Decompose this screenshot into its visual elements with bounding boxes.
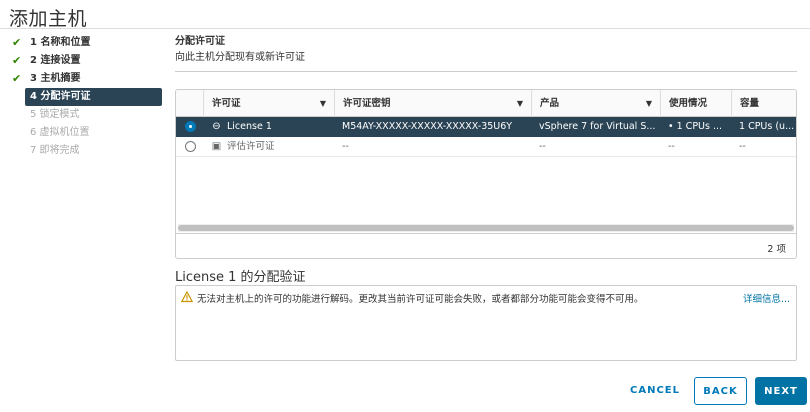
item-count: 2 项 <box>767 244 786 255</box>
product-cell: vSphere 7 for Virtual S... <box>539 121 656 132</box>
column-label: 产品 <box>540 98 560 109</box>
details-link[interactable]: 详细信息... <box>743 291 790 305</box>
capacity-cell: -- <box>739 141 746 152</box>
column-label: 许可证 <box>212 98 241 109</box>
checkmark-icon: ✔ <box>12 36 22 49</box>
grid-footer: 2 项 <box>176 233 796 258</box>
validation-title: License 1 的分配验证 <box>175 270 306 285</box>
step-host-summary[interactable]: ✔ 3 主机摘要 <box>0 70 166 88</box>
table-row[interactable]: ⊖ License 1 M54AY-XXXXX-XXXXX-XXXXX-35U6Y… <box>176 117 796 137</box>
license-key-cell: M54AY-XXXXX-XXXXX-XXXXX-35U6Y <box>342 121 513 132</box>
product-cell: -- <box>539 141 546 152</box>
column-label: 容量 <box>740 98 760 109</box>
step-label: 2 连接设置 <box>30 55 81 66</box>
column-header-license[interactable]: 许可证 ▼ <box>203 90 334 117</box>
section-header: 分配许可证 向此主机分配现有或新许可证 <box>175 34 797 72</box>
row-radio[interactable] <box>185 121 196 132</box>
step-label: 7 即将完成 <box>30 145 80 156</box>
column-header-usage[interactable]: 使用情况 <box>660 90 731 117</box>
step-connection-settings[interactable]: ✔ 2 连接设置 <box>0 52 166 70</box>
license-name: License 1 <box>227 121 272 132</box>
step-ready-to-complete: 7 即将完成 <box>0 142 166 160</box>
dialog-title: 添加主机 <box>9 8 88 30</box>
grid-header: 许可证 ▼ 许可证密钥 ▼ 产品 ▼ 使用情况 容量 <box>176 90 796 117</box>
step-vm-location: 6 虚拟机位置 <box>0 124 166 142</box>
license-grid: 许可证 ▼ 许可证密钥 ▼ 产品 ▼ 使用情况 容量 ⊖ License 1 M5… <box>175 89 797 259</box>
checkmark-icon: ✔ <box>12 54 22 67</box>
evaluation-license-icon: ▣ <box>211 141 222 152</box>
warning-icon <box>181 291 193 303</box>
filter-icon[interactable]: ▼ <box>320 90 326 117</box>
license-key-icon: ⊖ <box>212 121 221 132</box>
column-header-license-key[interactable]: 许可证密钥 ▼ <box>334 90 531 117</box>
column-header-capacity[interactable]: 容量 <box>731 90 796 117</box>
warning-message: 无法对主机上的许可的功能进行解码。更改其当前许可证可能会失败，或者都部分功能可能… <box>197 294 644 305</box>
usage-cell: • 1 CPUs ... <box>668 121 723 132</box>
capacity-cell: 1 CPUs (u... <box>739 121 795 132</box>
section-divider <box>175 71 797 72</box>
column-label: 使用情况 <box>669 98 708 109</box>
validation-panel: 无法对主机上的许可的功能进行解码。更改其当前许可证可能会失败，或者都部分功能可能… <box>175 285 797 361</box>
step-label: 6 虚拟机位置 <box>30 127 90 138</box>
title-divider <box>0 28 810 29</box>
license-name: 评估许可证 <box>227 141 275 152</box>
license-cell: ⊖ License 1 <box>203 117 334 137</box>
section-title: 分配许可证 <box>175 36 225 47</box>
back-button[interactable]: BACK <box>694 377 747 405</box>
step-assign-license[interactable]: 4 分配许可证 <box>25 88 162 106</box>
table-row[interactable]: ▣ 评估许可证 -- -- -- -- <box>176 137 796 157</box>
next-button[interactable]: NEXT <box>755 377 807 405</box>
cancel-button[interactable]: CANCEL <box>624 377 686 405</box>
column-header-product[interactable]: 产品 ▼ <box>531 90 660 117</box>
step-label: 3 主机摘要 <box>30 73 81 84</box>
step-label: 5 锁定模式 <box>30 109 80 120</box>
step-label: 1 名称和位置 <box>30 37 91 48</box>
step-name-location[interactable]: ✔ 1 名称和位置 <box>0 34 166 52</box>
step-label: 4 分配许可证 <box>30 91 91 102</box>
column-label: 许可证密钥 <box>343 98 391 109</box>
row-radio[interactable] <box>185 141 196 152</box>
usage-cell: -- <box>668 141 675 152</box>
license-key-cell: -- <box>342 141 349 152</box>
section-subtitle: 向此主机分配现有或新许可证 <box>175 52 305 63</box>
filter-icon[interactable]: ▼ <box>517 90 523 117</box>
scrollbar-thumb[interactable] <box>178 225 794 231</box>
filter-icon[interactable]: ▼ <box>646 90 652 117</box>
checkmark-icon: ✔ <box>12 72 22 85</box>
wizard-steps: ✔ 1 名称和位置 ✔ 2 连接设置 ✔ 3 主机摘要 4 分配许可证 5 锁定… <box>0 34 166 160</box>
step-lockdown-mode: 5 锁定模式 <box>0 106 166 124</box>
license-cell: ▣ 评估许可证 <box>203 137 334 157</box>
